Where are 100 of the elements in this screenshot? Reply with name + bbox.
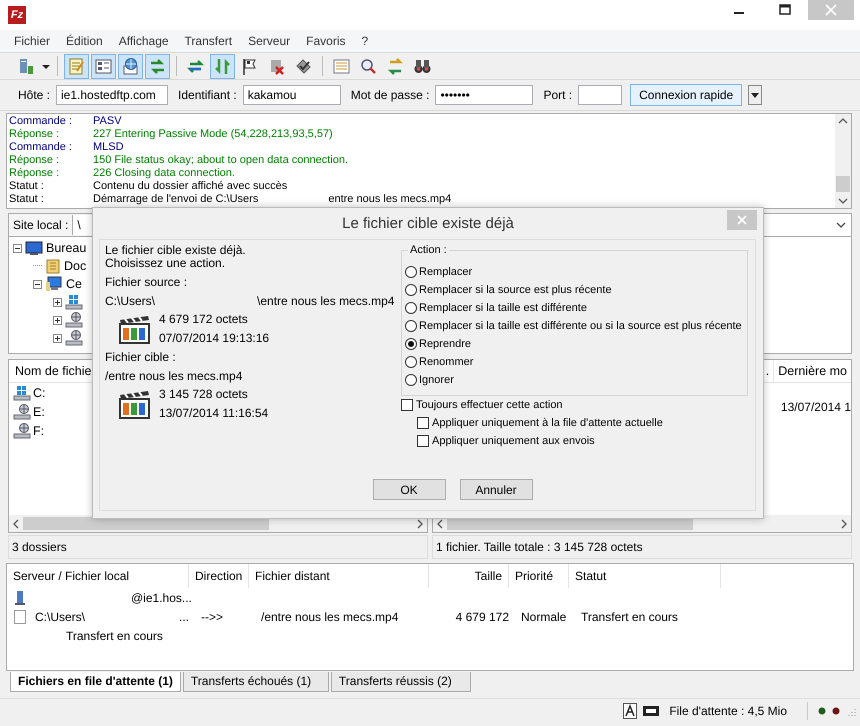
menu-item[interactable]: Édition xyxy=(58,34,111,48)
log-message: Contenu du dossier affiché avec succès xyxy=(93,180,288,193)
clapperboard-icon xyxy=(117,388,151,418)
port-field[interactable] xyxy=(578,85,622,105)
queue-size: File d'attente : 4,5 Mio xyxy=(669,704,787,718)
radio-button[interactable] xyxy=(405,320,417,332)
tab[interactable]: Fichiers en file d'attente (1) xyxy=(10,672,181,692)
file-name[interactable]: C: xyxy=(33,386,46,400)
file-name[interactable]: F: xyxy=(33,424,44,438)
radio-button[interactable] xyxy=(405,284,417,296)
radio-label[interactable]: Remplacer si la taille est différente ou si la source est plus récente xyxy=(419,320,742,332)
checkbox-label[interactable]: Toujours effectuer cette action xyxy=(416,399,563,411)
radio-label[interactable]: Remplacer si la taille est différente xyxy=(419,302,587,314)
checkbox[interactable] xyxy=(417,435,429,447)
radio-button[interactable] xyxy=(405,374,417,386)
checkbox-label[interactable]: Appliquer uniquement aux envois xyxy=(432,435,595,447)
scrollbar-thumb[interactable] xyxy=(836,176,850,192)
sync-icon[interactable] xyxy=(386,56,405,76)
column-header[interactable]: Statut xyxy=(569,564,721,588)
chevron-down-icon[interactable] xyxy=(835,220,847,230)
username-label: Identifiant : xyxy=(178,88,237,102)
text-mode-icon[interactable] xyxy=(623,703,638,719)
section-label: Fichier source : xyxy=(105,276,188,289)
expand-icon[interactable] xyxy=(53,298,62,306)
log-label: Réponse : xyxy=(9,128,60,141)
cancel-button[interactable]: Annuler xyxy=(460,479,532,500)
log-message: 226 Closing data connection. xyxy=(93,167,235,180)
password-field[interactable]: ••••••• xyxy=(435,85,534,105)
column-header[interactable]: Priorité xyxy=(509,564,569,588)
log-label: Commande : xyxy=(9,115,73,128)
file-size: 3 145 728 octets xyxy=(159,387,249,401)
log-label: Réponse : xyxy=(9,167,60,180)
menu-item[interactable]: ? xyxy=(354,34,376,48)
host-field[interactable]: ie1.hostedftp.com xyxy=(56,85,168,105)
file-size: 4 679 172 octets xyxy=(159,312,249,326)
table-cell-text: 4 679 172 xyxy=(454,610,510,624)
notepad-icon[interactable] xyxy=(67,56,86,76)
column-header[interactable]: Direction xyxy=(189,564,249,588)
port-label: Port : xyxy=(543,88,572,102)
radio-button[interactable] xyxy=(405,302,417,314)
status-text: 3 dossiers xyxy=(8,535,428,559)
checkbox[interactable] xyxy=(401,399,413,411)
tab[interactable]: Transferts réussis (2) xyxy=(330,672,471,692)
list-icon[interactable] xyxy=(332,56,351,76)
drive-icon xyxy=(65,294,83,310)
file-name[interactable]: E: xyxy=(33,404,45,418)
collapse-icon[interactable] xyxy=(33,280,42,288)
magnifier-icon[interactable] xyxy=(359,56,378,76)
arrows-icon[interactable] xyxy=(148,56,167,76)
globe-icon[interactable] xyxy=(121,56,140,76)
clapperboard-icon xyxy=(117,314,151,344)
collapse-icon[interactable] xyxy=(13,244,22,252)
expand-icon[interactable] xyxy=(53,334,62,342)
radio-button[interactable] xyxy=(405,356,417,368)
menu-item[interactable]: Favoris xyxy=(298,34,354,48)
table-cell-text: Transfert en cours xyxy=(580,610,679,624)
file-date: 13/07/2014 11:16:54 xyxy=(159,406,268,420)
radio-label[interactable]: Remplacer xyxy=(419,266,472,278)
network-drive-icon xyxy=(13,422,31,438)
table-cell-text: /entre nous les mecs.mp4 xyxy=(260,610,400,624)
tree-item[interactable]: Doc xyxy=(64,259,86,273)
radio-button[interactable] xyxy=(405,266,417,278)
tab[interactable]: Transferts échoués (1) xyxy=(182,672,329,692)
checkbox-label[interactable]: Appliquer uniquement à la file d'attente actuelle xyxy=(432,417,663,429)
check-icon[interactable] xyxy=(294,56,313,76)
dialog-title: Le fichier cible existe déjà xyxy=(341,215,515,232)
tree-item[interactable]: Ce xyxy=(66,277,82,291)
menu-item[interactable]: Serveur xyxy=(240,34,298,48)
log-message: 227 Entering Passive Mode (54,228,213,93,5,57) xyxy=(93,128,333,141)
radio-label[interactable]: Reprendre xyxy=(419,338,471,350)
led-icon xyxy=(818,707,826,715)
ok-button[interactable]: OK xyxy=(372,479,446,500)
network-drive-icon xyxy=(65,330,83,346)
group-label: Action : xyxy=(408,244,449,256)
radio-button[interactable] xyxy=(405,338,417,350)
checkbox[interactable] xyxy=(417,417,429,429)
username-field[interactable]: kakamou xyxy=(242,85,341,105)
column-header[interactable]: Serveur / Fichier local xyxy=(7,564,189,588)
expand-icon[interactable] xyxy=(53,316,62,324)
led-icon xyxy=(832,707,840,715)
menu-item[interactable]: Affichage xyxy=(110,34,177,48)
menu-item[interactable]: Fichier xyxy=(6,34,58,48)
app-logo: Fz xyxy=(8,6,26,24)
column-header[interactable]: Taille xyxy=(429,564,509,588)
file-path: /entre nous les mecs.mp4 xyxy=(105,370,242,383)
log-label: Statut : xyxy=(9,180,45,193)
path-label: Site local : xyxy=(12,218,70,232)
panel-icon[interactable] xyxy=(94,56,113,76)
server-name: @ie1.hos... xyxy=(131,590,192,604)
column-header[interactable]: Dernière mo xyxy=(773,360,851,382)
radio-label[interactable]: Renommer xyxy=(419,356,474,368)
column-header[interactable]: Fichier distant xyxy=(249,564,429,588)
menu-item[interactable]: Transfert xyxy=(176,34,240,48)
monitor-icon xyxy=(25,240,43,256)
server-icon[interactable] xyxy=(17,56,36,76)
tree-item[interactable]: Bureau xyxy=(46,241,86,255)
quickconnect-button[interactable]: Connexion rapide xyxy=(630,84,742,106)
radio-label[interactable]: Remplacer si la source est plus récente xyxy=(419,284,612,296)
dialog-text: Choisissez une action. xyxy=(105,257,226,270)
radio-label[interactable]: Ignorer xyxy=(419,374,454,386)
